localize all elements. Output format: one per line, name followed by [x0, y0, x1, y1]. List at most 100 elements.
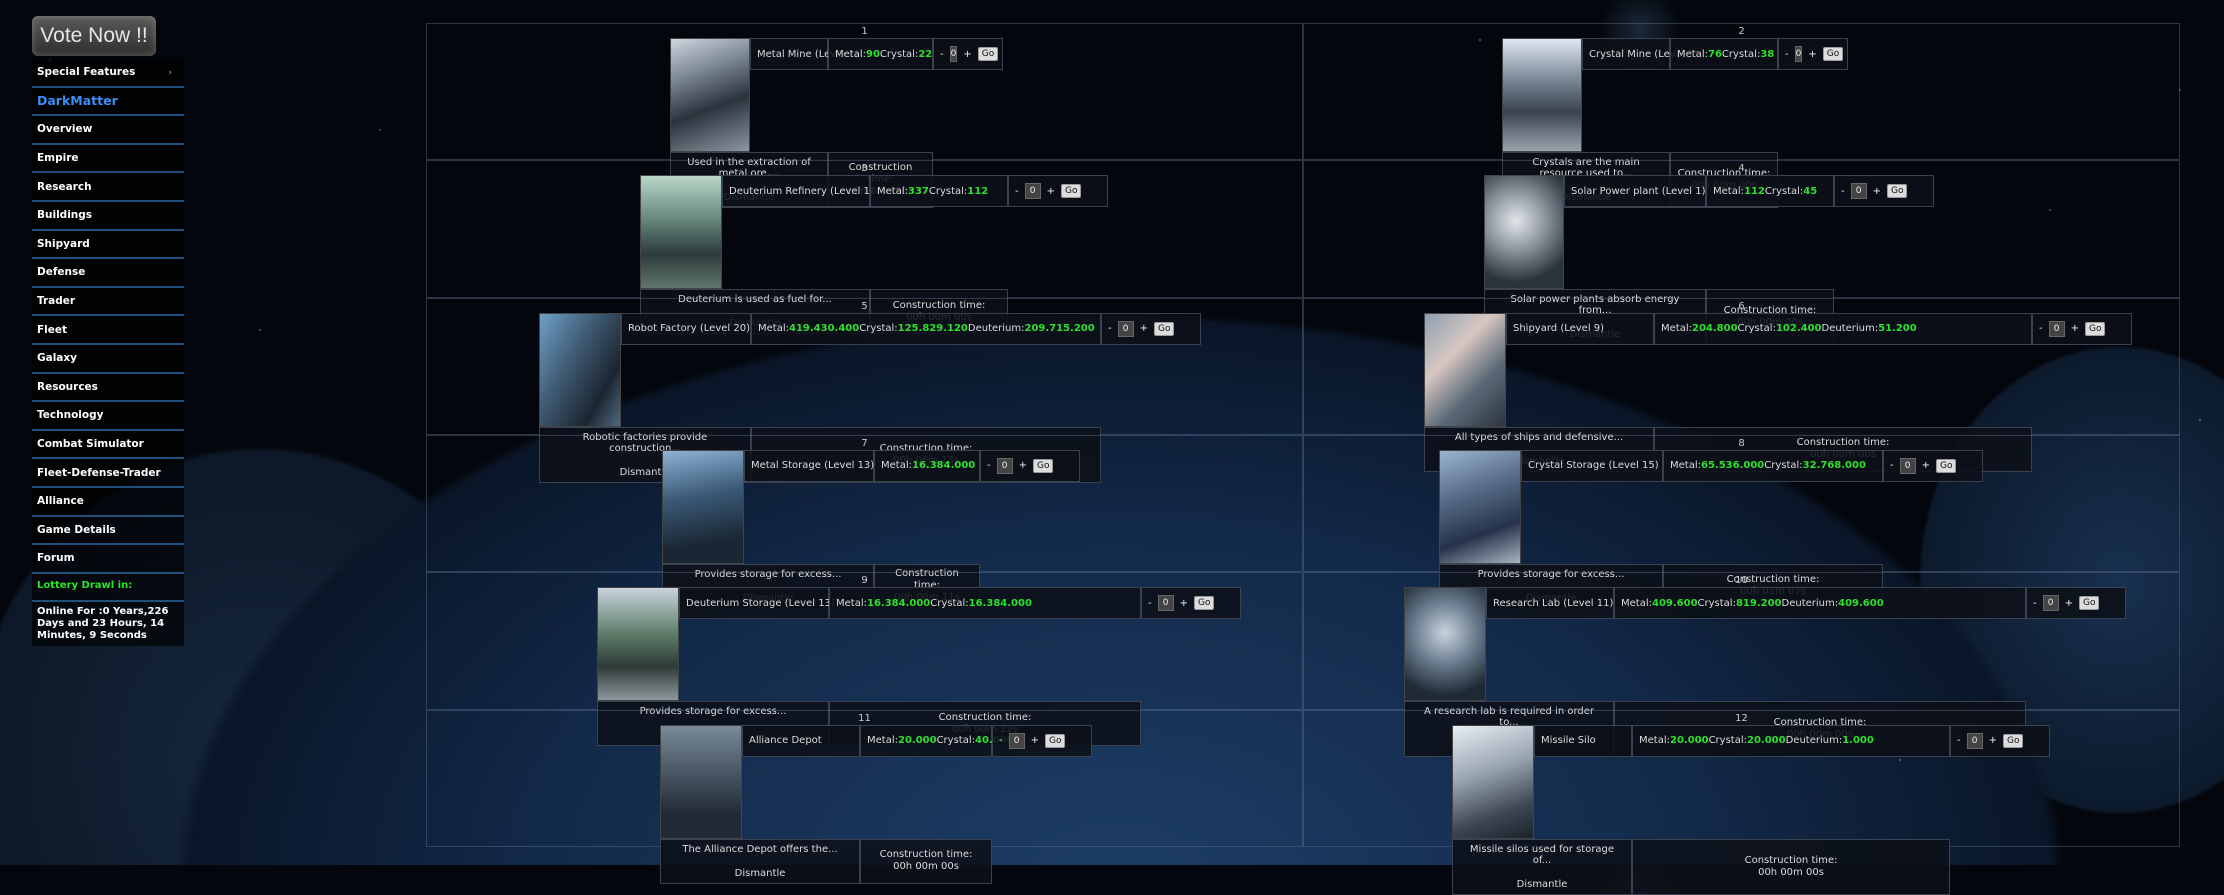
building-cell: 4 Solar Power plant (Level 1) Metal: 112 C…	[1303, 160, 2180, 346]
minus-button[interactable]: -	[940, 49, 944, 60]
minus-button[interactable]: -	[2033, 598, 2037, 609]
go-button[interactable]: Go	[2003, 733, 2024, 748]
minus-button[interactable]: -	[1841, 186, 1845, 197]
go-button[interactable]: Go	[1887, 184, 1908, 199]
nav-item-resources[interactable]: Resources	[32, 373, 184, 403]
plus-button[interactable]: +	[1140, 323, 1148, 334]
building-name: Robot Factory (Level 20)	[621, 312, 751, 345]
minus-button[interactable]: -	[1890, 460, 1894, 471]
nav-item-fleet[interactable]: Fleet	[32, 316, 184, 345]
plus-button[interactable]: +	[2071, 323, 2079, 334]
building-cell: 8 Crystal Storage (Level 15) Metal: 65.536…	[1303, 434, 2180, 609]
build-controls: -0 + Go	[1883, 449, 1983, 482]
minus-button[interactable]: -	[1957, 735, 1961, 746]
nav-item-combat-simulator[interactable]: Combat Simulator	[32, 430, 184, 460]
plus-button[interactable]: +	[1180, 598, 1188, 609]
alliance-depot-image[interactable]	[660, 724, 742, 839]
quantity-input[interactable]: 0	[996, 457, 1013, 474]
crystal-storage-image[interactable]	[1439, 449, 1521, 564]
robot-factory-image[interactable]	[539, 312, 621, 427]
solar-plant-image[interactable]	[1484, 175, 1564, 290]
description-text[interactable]: Missile silos used for storage of...	[1463, 844, 1621, 866]
building-cost: Metal: 112 Crystal: 45	[1706, 175, 1834, 208]
nav-item-buildings[interactable]: Buildings	[32, 201, 184, 231]
description-text[interactable]: The Alliance Depot offers the...	[682, 844, 837, 855]
nav-item-alliance[interactable]: Alliance	[32, 487, 184, 517]
deuterium-refinery-image[interactable]	[640, 175, 722, 290]
go-button[interactable]: Go	[1061, 184, 1082, 199]
quantity-input[interactable]: 0	[2042, 595, 2059, 612]
shipyard-image[interactable]	[1424, 312, 1506, 427]
nav-item-shipyard[interactable]: Shipyard	[32, 230, 184, 260]
nav-item-technology[interactable]: Technology	[32, 402, 184, 431]
quantity-input[interactable]: 0	[1117, 320, 1134, 337]
build-controls: -0 + Go	[1101, 312, 1201, 345]
nav-item-darkmatter[interactable]: DarkMatter	[32, 87, 184, 117]
plus-button[interactable]: +	[1922, 460, 1930, 471]
building-card: Alliance DepotMetal: 20.000 Crystal: 40.…	[660, 724, 1092, 884]
plus-button[interactable]: +	[1989, 735, 1997, 746]
nav-item-defense[interactable]: Defense	[32, 259, 184, 288]
quantity-input[interactable]: 0	[1794, 46, 1803, 62]
nav-item-special-features[interactable]: Special Features ›	[32, 59, 184, 88]
missile-silo-image[interactable]	[1452, 724, 1534, 839]
go-button[interactable]: Go	[2079, 596, 2100, 611]
deuterium-storage-image[interactable]	[597, 587, 679, 702]
quantity-input[interactable]: 0	[1899, 457, 1916, 474]
nav-item-empire[interactable]: Empire	[32, 144, 184, 174]
nav-item-trader[interactable]: Trader	[32, 287, 184, 317]
go-button[interactable]: Go	[1033, 458, 1054, 473]
go-button[interactable]: Go	[1194, 596, 1215, 611]
quantity-input[interactable]: 0	[2048, 320, 2065, 337]
building-name: Alliance Depot	[742, 724, 860, 757]
minus-button[interactable]: -	[1108, 323, 1112, 334]
go-button[interactable]: Go	[1154, 321, 1175, 336]
minus-button[interactable]: -	[987, 460, 991, 471]
minus-button[interactable]: -	[1785, 49, 1789, 60]
research-lab-image[interactable]	[1404, 587, 1486, 702]
go-button[interactable]: Go	[1936, 458, 1957, 473]
minus-button[interactable]: -	[1148, 598, 1152, 609]
quantity-input[interactable]: 0	[949, 46, 958, 62]
plus-button[interactable]: +	[2065, 598, 2073, 609]
plus-button[interactable]: +	[1873, 186, 1881, 197]
go-button[interactable]: Go	[1822, 47, 1844, 61]
dismantle-link[interactable]: Dismantle	[735, 868, 786, 879]
cost-label: Crystal:	[1737, 323, 1776, 335]
minus-button[interactable]: -	[1015, 186, 1019, 197]
metal-mine-image[interactable]	[670, 38, 750, 152]
minus-button[interactable]: -	[2039, 323, 2043, 334]
plus-button[interactable]: +	[1808, 49, 1816, 60]
plus-button[interactable]: +	[963, 49, 971, 60]
go-button[interactable]: Go	[2085, 321, 2106, 336]
go-button[interactable]: Go	[977, 47, 999, 61]
vote-now-button[interactable]: Vote Now !!	[32, 16, 156, 56]
building-description: The Alliance Depot offers the... Dismantl…	[660, 838, 860, 884]
nav-item-game-details[interactable]: Game Details	[32, 516, 184, 546]
cost-value: 65.536.000	[1700, 460, 1765, 472]
nav-item-fleet-defense-trader[interactable]: Fleet-Defense-Trader	[32, 459, 184, 488]
go-button[interactable]: Go	[1045, 733, 1066, 748]
minus-button[interactable]: -	[999, 735, 1003, 746]
nav-item-galaxy[interactable]: Galaxy	[32, 344, 184, 374]
quantity-input[interactable]: 0	[1850, 183, 1867, 200]
plus-button[interactable]: +	[1031, 735, 1039, 746]
building-description: Missile silos used for storage of... Dism…	[1452, 838, 1632, 895]
nav-item-research[interactable]: Research	[32, 173, 184, 202]
cost-label: Crystal:	[879, 48, 919, 60]
cost-value: 16.384.000	[866, 597, 931, 609]
crystal-mine-image[interactable]	[1502, 38, 1582, 152]
plus-button[interactable]: +	[1019, 460, 1027, 471]
build-controls: -0 + Go	[2026, 587, 2126, 620]
quantity-input[interactable]: 0	[1966, 732, 1983, 749]
quantity-input[interactable]: 0	[1024, 183, 1041, 200]
cost-value: 409.600	[1651, 597, 1698, 609]
building-name: Crystal Storage (Level 15)	[1521, 449, 1663, 482]
quantity-input[interactable]: 0	[1157, 595, 1174, 612]
quantity-input[interactable]: 0	[1008, 732, 1025, 749]
dismantle-link[interactable]: Dismantle	[1517, 879, 1568, 890]
nav-item-overview[interactable]: Overview	[32, 116, 184, 145]
plus-button[interactable]: +	[1047, 186, 1055, 197]
nav-item-forum[interactable]: Forum	[32, 545, 184, 574]
metal-storage-image[interactable]	[662, 449, 744, 564]
